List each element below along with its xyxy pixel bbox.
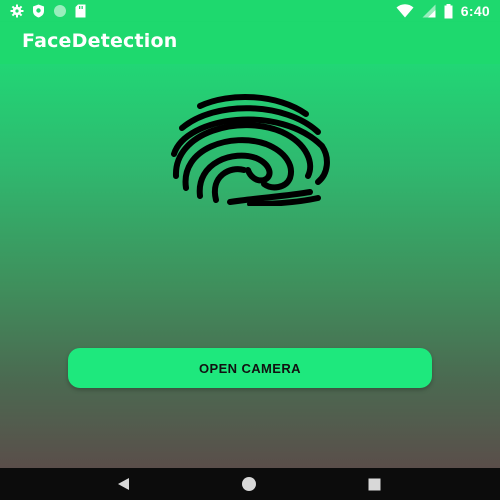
recents-icon — [368, 478, 381, 491]
status-bar-left — [10, 0, 86, 22]
navigation-bar — [0, 468, 500, 500]
battery-icon — [444, 3, 453, 19]
open-camera-button[interactable]: OPEN CAMERA — [68, 348, 432, 388]
back-icon — [116, 477, 130, 491]
status-time: 6:40 — [460, 3, 490, 19]
status-bar: 6:40 — [0, 0, 500, 22]
gear-icon — [10, 4, 24, 18]
home-icon — [241, 476, 257, 492]
home-button[interactable] — [241, 468, 257, 500]
circle-icon — [53, 4, 67, 18]
wifi-icon — [396, 4, 414, 18]
back-button[interactable] — [116, 468, 130, 500]
app-bar: FaceDetection — [0, 22, 500, 64]
main-content: OPEN CAMERA — [0, 64, 500, 468]
signal-icon — [422, 4, 436, 18]
app-title: FaceDetection — [22, 30, 178, 52]
status-bar-right: 6:40 — [396, 0, 490, 22]
recents-button[interactable] — [368, 468, 381, 500]
sd-card-icon — [75, 4, 86, 18]
fingerprint-icon — [160, 92, 332, 207]
shield-icon — [32, 4, 45, 18]
